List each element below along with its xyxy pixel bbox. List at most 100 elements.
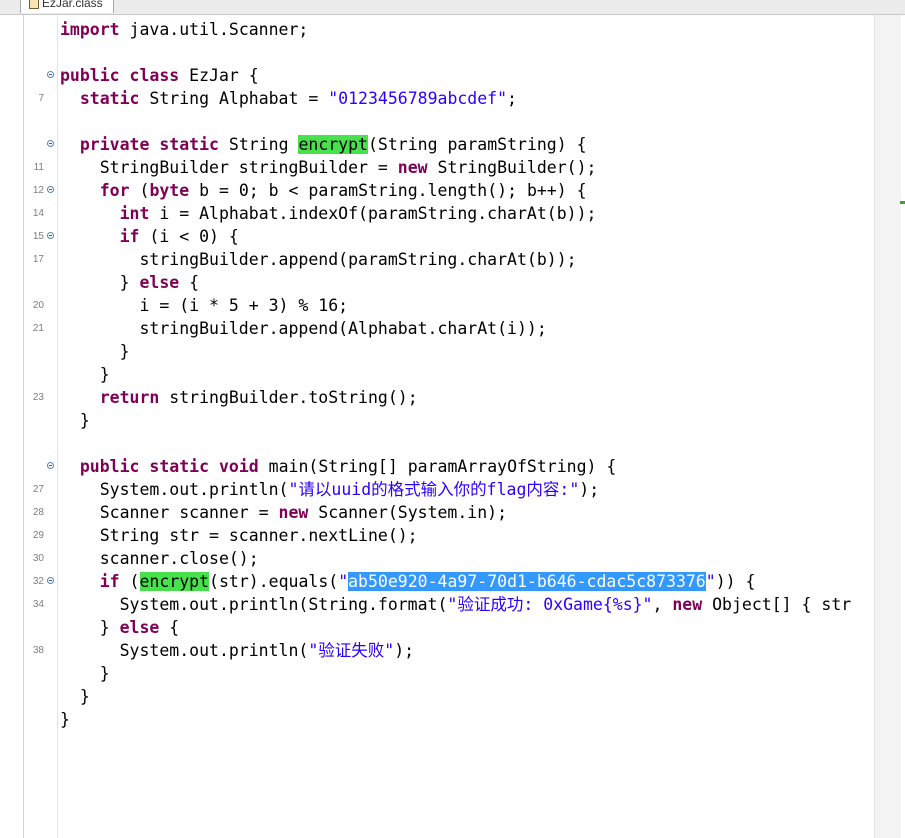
code-token: StringBuilder(); — [427, 158, 597, 177]
code-line: } — [24, 340, 884, 363]
code-token: i = (i * 5 + 3) % 16; — [60, 296, 349, 315]
code-line: 7 static String Alphabat = "0123456789ab… — [24, 87, 884, 110]
code-token: Object[] { str — [702, 595, 852, 614]
code-token: ( — [129, 181, 150, 200]
collapse-fold-icon[interactable] — [47, 462, 54, 469]
highlighted-occurrence: encrypt — [298, 135, 368, 154]
code-token: stringBuilder.append(Alphabat.charAt(i))… — [60, 319, 547, 338]
code-line-text: } else { — [60, 271, 200, 294]
code-token: " — [705, 572, 716, 591]
code-line: 23 return stringBuilder.toString(); — [24, 386, 884, 409]
code-line: 28 Scanner scanner = new Scanner(System.… — [24, 501, 884, 524]
code-line-text: public class EzJar { — [60, 64, 259, 87]
line-number: 11 — [33, 162, 44, 173]
code-line-text: public static void main(String[] paramAr… — [60, 455, 616, 478]
code-token: } — [60, 273, 140, 292]
code-line-text: } — [60, 363, 110, 386]
code-token: stringBuilder.append(paramString.charAt(… — [60, 250, 577, 269]
code-line-text: String str = scanner.nextLine(); — [60, 524, 418, 547]
line-number: 15 — [32, 231, 44, 242]
code-token: "请以uuid的格式输入你的flag内容:" — [288, 480, 580, 499]
editor-tab-bar: EzJar.class — [0, 0, 905, 15]
collapse-fold-icon[interactable] — [47, 232, 54, 239]
code-line-text: StringBuilder stringBuilder = new String… — [60, 156, 597, 179]
code-token: if — [99, 572, 120, 591]
code-line: 27 System.out.println("请以uuid的格式输入你的flag… — [24, 478, 884, 501]
code-editor[interactable]: import java.util.Scanner; public class Ez… — [23, 15, 901, 838]
code-token: } — [60, 618, 120, 637]
line-number: 21 — [32, 323, 44, 334]
code-line: private static String encrypt(String par… — [24, 133, 884, 156]
code-line: 11 StringBuilder stringBuilder = new Str… — [24, 156, 884, 179]
code-line: } — [24, 409, 884, 432]
line-number: 32 — [32, 576, 44, 587]
code-token: new — [397, 158, 428, 177]
line-number: 23 — [32, 392, 44, 403]
code-token: "验证失败" — [308, 641, 395, 660]
code-line: 12 for (byte b = 0; b < paramString.leng… — [24, 179, 884, 202]
code-line: 38 System.out.println("验证失败"); — [24, 639, 884, 662]
code-token: ); — [579, 480, 600, 499]
code-line: import java.util.Scanner; — [24, 18, 884, 41]
code-line: 32 if (encrypt(str).equals("ab50e920-4a9… — [24, 570, 884, 593]
code-line: } else { — [24, 271, 884, 294]
code-token: { — [159, 618, 180, 637]
code-token: , — [652, 595, 673, 614]
code-token: "验证成功: 0xGame{%s}" — [447, 595, 653, 614]
code-token: System.out.println( — [60, 480, 289, 499]
line-number: 20 — [32, 300, 44, 311]
code-token: } — [60, 710, 70, 729]
code-line-text: } — [60, 662, 110, 685]
highlighted-occurrence: encrypt — [139, 572, 210, 591]
occurrence-marker[interactable] — [900, 201, 905, 204]
code-line: } else { — [24, 616, 884, 639]
code-line-text: Scanner scanner = new Scanner(System.in)… — [60, 501, 507, 524]
code-line: 15 if (i < 0) { — [24, 225, 884, 248]
code-line: } — [24, 708, 884, 731]
code-token: StringBuilder stringBuilder = — [60, 158, 398, 177]
collapse-fold-icon[interactable] — [47, 186, 54, 193]
tab-title: EzJar.class — [42, 0, 103, 10]
line-number: 28 — [32, 507, 44, 518]
line-number: 12 — [32, 185, 44, 196]
code-token: String Alphabat = — [139, 89, 329, 108]
code-line: public static void main(String[] paramAr… — [24, 455, 884, 478]
code-token: } — [60, 664, 110, 683]
collapse-fold-icon[interactable] — [47, 140, 54, 147]
code-line-text: } — [60, 340, 130, 363]
code-token: public — [60, 66, 120, 85]
code-token: (i < 0) { — [139, 227, 239, 246]
collapse-fold-icon[interactable] — [47, 577, 54, 584]
code-token: ; — [507, 89, 517, 108]
code-token: } — [60, 687, 90, 706]
code-token: java.util.Scanner; — [119, 20, 309, 39]
code-token: System.out.println(String.format( — [60, 595, 448, 614]
code-token: main(String[] paramArrayOfString) { — [258, 457, 617, 476]
code-token: System.out.println( — [60, 641, 309, 660]
code-token: class — [129, 66, 180, 85]
code-token: static — [149, 457, 210, 476]
line-number: 27 — [32, 484, 44, 495]
code-line-text: return stringBuilder.toString(); — [60, 386, 418, 409]
code-token: i = Alphabat.indexOf(paramString.charAt(… — [149, 204, 597, 223]
code-line-text: import java.util.Scanner; — [60, 18, 308, 41]
code-token: import — [60, 20, 120, 39]
code-token: public — [79, 457, 140, 476]
code-token: return — [99, 388, 160, 407]
collapse-fold-icon[interactable] — [47, 71, 54, 78]
code-token: static — [159, 135, 219, 154]
class-file-icon — [29, 0, 39, 9]
editor-tab-ezjar-class[interactable]: EzJar.class — [20, 0, 114, 13]
code-token: String — [218, 135, 299, 154]
code-token: )) { — [715, 572, 756, 591]
code-line-text: scanner.close(); — [60, 547, 259, 570]
code-token: stringBuilder.toString(); — [159, 388, 418, 407]
code-token: static — [79, 89, 140, 108]
